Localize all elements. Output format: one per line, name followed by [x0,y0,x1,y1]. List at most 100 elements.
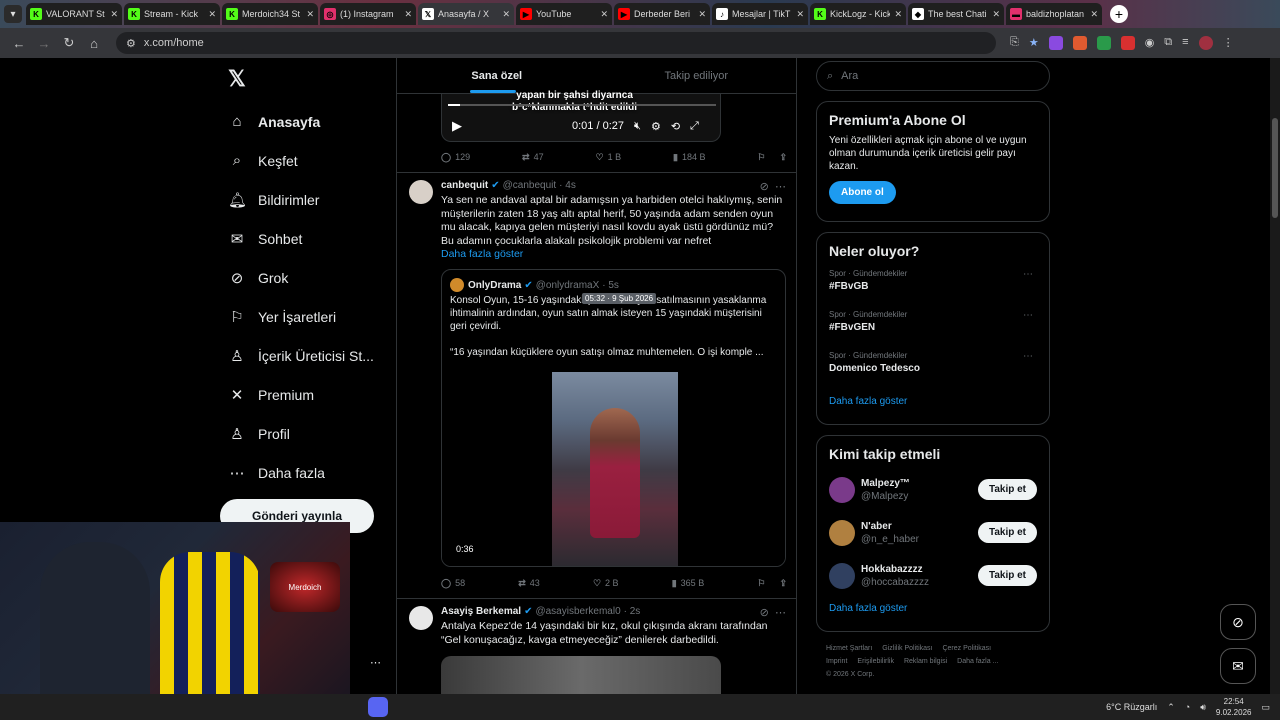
extensions-puzzle-icon[interactable]: ⧉ [1164,36,1172,50]
reply-button[interactable]: ◯ 129 [441,152,470,163]
footer-link[interactable]: Imprint [826,658,847,665]
avatar[interactable] [829,519,855,546]
author-handle[interactable]: @asayisberkemal0 [535,606,620,617]
close-tab-icon[interactable]: ✕ [306,9,314,20]
quoted-video[interactable]: 0:36 [442,372,785,566]
grok-fab-icon[interactable]: ⊘ [1220,604,1256,640]
close-tab-icon[interactable]: ✕ [1090,9,1098,20]
extension-icon[interactable] [1048,36,1063,50]
tray-chevron-icon[interactable]: ⌃ [1167,702,1175,713]
clock[interactable]: 22:54 9.02.2026 [1216,696,1252,718]
follow-suggestion[interactable]: Hokkabazzzz @hoccabazzzz Takip et [829,554,1037,597]
grok-icon[interactable]: ⊘ [760,607,769,619]
avatar[interactable] [829,562,855,589]
trend-item[interactable]: Spor · Gündemdekiler #FBvGB ⋯ [829,265,1037,306]
repost-button[interactable]: ⇄ 43 [518,578,540,589]
volume-icon[interactable]: 🔊︎ [1200,702,1206,713]
quoted-post-time[interactable]: · 5s [602,280,619,291]
quoted-author-name[interactable]: OnlyDrama [468,280,521,291]
follow-button[interactable]: Takip et [977,522,1037,543]
nav-item[interactable]: 🔔︎ Bildirimler [220,180,390,219]
settings-icon[interactable]: ⚙ [651,120,661,133]
browser-tab[interactable]: ▶ Derbeder Beri ✕ [614,3,710,25]
extension-icon[interactable]: ◉ [1145,36,1155,50]
follow-suggestion[interactable]: N'aber @n_e_haber Takip et [829,511,1037,554]
nav-item[interactable]: ♙ İçerik Üreticisi St... [220,336,390,375]
show-more-follow-link[interactable]: Daha fazla göster [829,603,1037,614]
close-tab-icon[interactable]: ✕ [698,9,706,20]
more-icon[interactable]: ⋯ [1023,269,1033,280]
more-icon[interactable]: ⋯ [775,181,786,193]
bookmark-icon[interactable]: ⚐ [757,152,765,163]
url-field[interactable]: ⚙ x.com/home [116,32,996,54]
views-button[interactable]: ▮ 184 B [673,152,705,163]
discord-taskbar-icon[interactable] [368,697,388,717]
browser-tab[interactable]: 𝕏 Anasayfa / X ✕ [418,3,514,25]
browser-tab[interactable]: ▶ YouTube ✕ [516,3,612,25]
nav-item[interactable]: ✕ Premium [220,375,390,414]
share-icon[interactable]: ⇪ [779,578,787,589]
close-tab-icon[interactable]: ✕ [796,9,804,20]
loop-icon[interactable]: ⟲ [671,120,680,133]
back-icon[interactable]: ← [8,36,30,51]
post-time[interactable]: · 4s [559,180,576,191]
more-icon[interactable]: ⋯ [1023,351,1033,362]
video-progress-bar[interactable] [448,104,716,106]
close-tab-icon[interactable]: ✕ [600,9,608,20]
fullscreen-icon[interactable]: ⤢ [690,120,699,133]
nav-item[interactable]: ♙ Profil [220,414,390,453]
adblock-icon[interactable] [1120,36,1135,50]
reply-button[interactable]: ◯ 58 [441,578,465,589]
browser-menu-icon[interactable]: ⋮ [1223,36,1234,50]
weather-text[interactable]: 6°C Rüzgarlı [1106,702,1157,712]
play-icon[interactable]: ▶ [452,118,462,134]
repost-button[interactable]: ⇄ 47 [522,152,544,163]
nav-item[interactable]: ⚐ Yer İşaretleri [220,297,390,336]
close-tab-icon[interactable]: ✕ [992,9,1000,20]
show-more-trends-link[interactable]: Daha fazla göster [829,396,1037,407]
close-tab-icon[interactable]: ✕ [208,9,216,20]
like-button[interactable]: ♡ 1 B [595,152,621,163]
avatar[interactable] [409,606,433,630]
browser-tab[interactable]: ♪ Mesajlar | TikT ✕ [712,3,808,25]
browser-tab[interactable]: K Merdoich34 St ✕ [222,3,318,25]
post[interactable]: Asayiş Berkemal ✔ @asayisberkemal0 · 2s … [397,598,796,694]
browser-tab[interactable]: ◎ (1) Instagram ✕ [320,3,416,25]
extension-icon[interactable] [1072,36,1087,50]
more-icon[interactable]: ⋯ [775,607,786,619]
tab-search-button[interactable]: ▾ [4,5,22,23]
quoted-post[interactable]: OnlyDrama ✔ @onlydramaX · 5s Konsol Oyun… [441,269,786,567]
share-icon[interactable]: ⇪ [779,152,787,163]
avatar[interactable] [409,180,433,204]
subscribe-button[interactable]: Abone ol [829,181,896,204]
footer-link[interactable]: Hizmet Şartları [826,645,872,652]
follow-button[interactable]: Takip et [977,479,1037,500]
footer-link[interactable]: Daha fazla ... [957,658,998,665]
account-more-icon[interactable]: ⋯ [370,656,381,669]
footer-link[interactable]: Çerez Politikası [942,645,991,652]
tab-for-you[interactable]: Sana özel [397,58,597,93]
bookmark-star-icon[interactable]: ★ [1029,36,1039,50]
mute-icon[interactable]: 🔇︎ [634,120,641,133]
quoted-avatar[interactable] [450,278,464,292]
like-button[interactable]: ♡ 2 B [593,578,619,589]
reload-icon[interactable]: ↻ [58,35,80,51]
nav-item[interactable]: ⋯ Daha fazla [220,453,390,492]
avatar[interactable] [829,476,855,503]
search-input[interactable]: ⌕ Ara [816,61,1050,91]
footer-link[interactable]: Gizlilik Politikası [882,645,932,652]
author-handle[interactable]: @canbequit [503,180,557,191]
nav-item[interactable]: ⌕ Keşfet [220,141,390,180]
quoted-author-handle[interactable]: @onlydramaX [536,280,600,291]
show-more-link[interactable]: Daha fazla göster [441,248,523,260]
footer-link[interactable]: Reklam bilgisi [904,658,947,665]
browser-tab[interactable]: K KickLogz - Kick ✕ [810,3,906,25]
nav-item[interactable]: ✉ Sohbet [220,219,390,258]
close-tab-icon[interactable]: ✕ [894,9,902,20]
follow-suggestion[interactable]: Malpezy™ @Malpezy Takip et [829,468,1037,511]
x-logo-icon[interactable]: 𝕏 [228,66,390,91]
close-tab-icon[interactable]: ✕ [404,9,412,20]
trend-item[interactable]: Spor · Gündemdekiler Domenico Tedesco ⋯ [829,347,1037,388]
video-player[interactable]: yapan bir şahsi diyarnca b*c*klanmakla t… [441,90,721,142]
author-name[interactable]: Asayiş Berkemal [441,606,521,617]
